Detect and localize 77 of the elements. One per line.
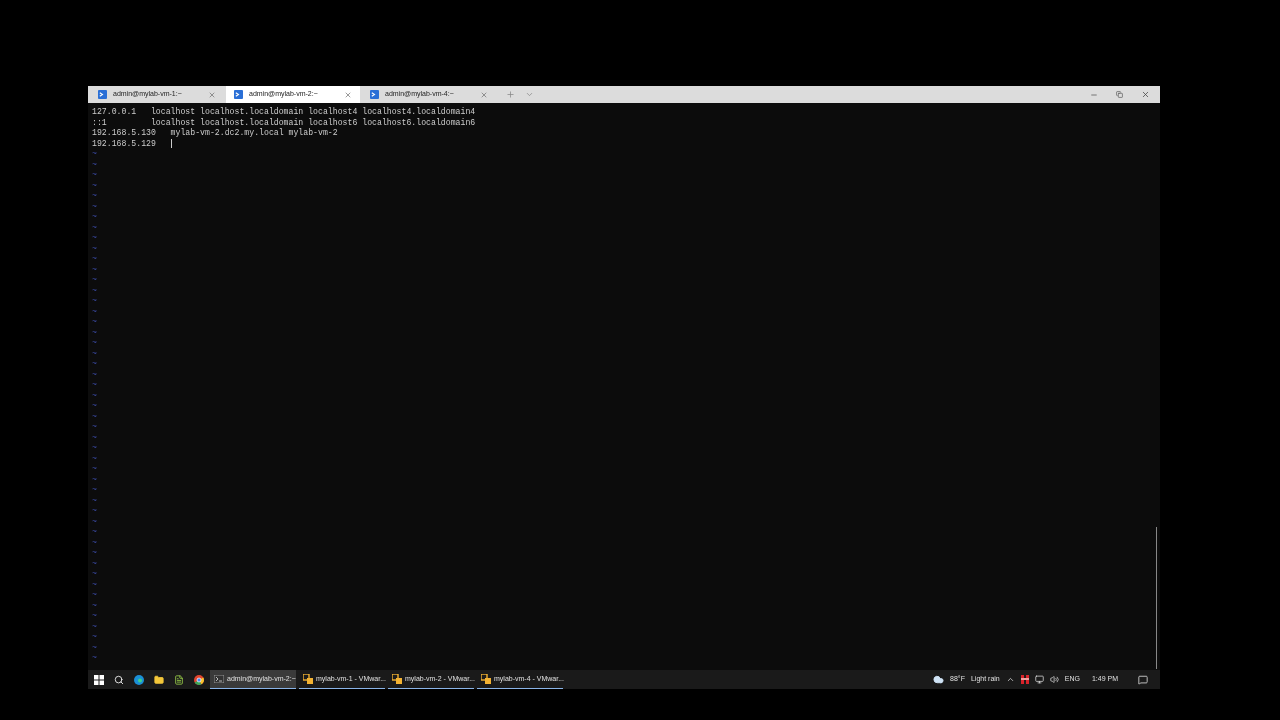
empty-line-marker: ~ [92,201,97,212]
empty-line-marker: ~ [92,212,97,223]
empty-line-marker: ~ [92,443,97,454]
empty-line-marker: ~ [92,453,97,464]
empty-line-marker: ~ [92,432,97,443]
empty-line-marker: ~ [92,317,97,328]
empty-line-marker: ~ [92,653,97,664]
browser-icon[interactable] [194,674,204,685]
empty-line-marker: ~ [92,516,97,527]
vm-icon [392,674,402,684]
empty-line-marker: ~ [92,296,97,307]
empty-line-marker: ~ [92,548,97,559]
terminal-line: ::1 localhost localhost.localdomain localhost6 localhost6.localdomain6 [92,117,476,128]
empty-line-marker: ~ [92,464,97,475]
volume-icon[interactable] [1049,675,1059,684]
empty-line-marker: ~ [92,254,97,265]
empty-line-marker: ~ [92,642,97,653]
close-icon[interactable] [1141,90,1150,99]
search-icon[interactable] [114,674,124,685]
windows-logo-icon[interactable] [94,674,104,685]
empty-line-marker: ~ [92,422,97,433]
empty-line-marker: ~ [92,159,97,170]
empty-line-marker: ~ [92,611,97,622]
empty-line-marker: ~ [92,590,97,601]
notepad-icon[interactable] [174,674,184,685]
empty-line-marker: ~ [92,233,97,244]
terminal-line: 192.168.5.130 mylab-vm-2.dc2.my.local mylab-vm-2 [92,128,338,139]
empty-line-marker: ~ [92,558,97,569]
empty-line-marker: ~ [92,275,97,286]
empty-line-marker: ~ [92,401,97,412]
vm-icon [303,674,313,684]
terminal-icon [214,675,224,683]
empty-line-marker: ~ [92,506,97,517]
empty-line-marker: ~ [92,243,97,254]
empty-line-marker: ~ [92,474,97,485]
weather-icon[interactable] [933,674,945,685]
restore-icon[interactable] [1116,91,1123,98]
close-icon[interactable] [344,90,352,99]
terminal-icon [234,90,243,99]
empty-line-marker: ~ [92,348,97,359]
terminal-icon [370,90,379,99]
empty-line-marker: ~ [92,527,97,538]
terminal-line: 127.0.0.1 localhost localhost.localdomain localhost4 localhost4.localdomain4 [92,107,476,118]
scrollbar-thumb[interactable] [1156,527,1157,669]
empty-line-marker: ~ [92,359,97,370]
empty-line-marker: ~ [92,285,97,296]
empty-line-marker: ~ [92,621,97,632]
empty-line-marker: ~ [92,569,97,580]
empty-line-marker: ~ [92,264,97,275]
vm-icon [481,674,491,684]
empty-line-marker: ~ [92,306,97,317]
empty-line-marker: ~ [92,191,97,202]
browser-icon[interactable] [134,674,144,685]
chevron-up-icon[interactable] [1005,675,1015,684]
empty-line-marker: ~ [92,579,97,590]
notifications-icon[interactable] [1138,674,1148,685]
empty-line-marker: ~ [92,222,97,233]
empty-line-marker: ~ [92,485,97,496]
empty-line-marker: ~ [92,180,97,191]
tray-app-icon[interactable] [1020,675,1029,684]
text-cursor [170,139,172,149]
empty-line-marker: ~ [92,411,97,422]
empty-line-marker: ~ [92,380,97,391]
empty-line-marker: ~ [92,327,97,338]
terminal-line: 192.168.5.129 [92,138,157,149]
network-icon[interactable] [1034,675,1044,684]
empty-line-marker: ~ [92,537,97,548]
empty-line-marker: ~ [92,170,97,181]
terminal-icon [98,90,107,99]
empty-line-marker: ~ [92,369,97,380]
empty-line-marker: ~ [92,338,97,349]
empty-line-marker: ~ [92,495,97,506]
folder-icon[interactable] [154,674,164,685]
empty-line-marker: ~ [92,149,97,160]
empty-line-marker: ~ [92,632,97,643]
empty-line-marker: ~ [92,600,97,611]
empty-line-marker: ~ [92,390,97,401]
